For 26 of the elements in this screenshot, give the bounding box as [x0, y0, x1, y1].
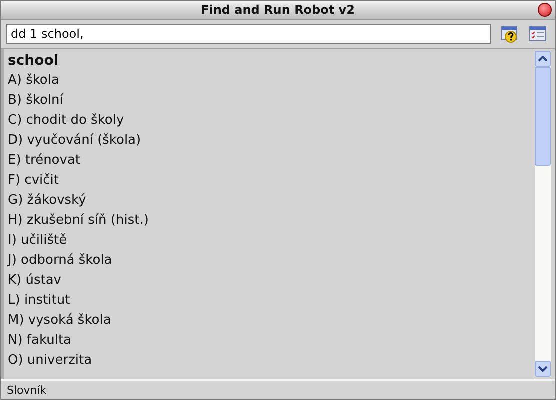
- scroll-down-button[interactable]: [535, 361, 551, 377]
- result-item[interactable]: B) školní: [8, 91, 535, 111]
- result-item[interactable]: I) učiliště: [8, 231, 535, 251]
- close-button[interactable]: [538, 3, 552, 17]
- result-item[interactable]: D) vyučování (škola): [8, 131, 535, 151]
- scrollbar[interactable]: [535, 51, 551, 377]
- result-item[interactable]: N) fakulta: [8, 331, 535, 351]
- list-icon[interactable]: [529, 25, 547, 43]
- window-title: Find and Run Robot v2: [201, 3, 355, 17]
- result-item[interactable]: G) žákovský: [8, 191, 535, 211]
- scroll-thumb[interactable]: [535, 67, 551, 166]
- result-item[interactable]: J) odborná škola: [8, 251, 535, 271]
- result-item[interactable]: K) ústav: [8, 271, 535, 291]
- result-item[interactable]: C) chodit do školy: [8, 111, 535, 131]
- result-item[interactable]: O) univerzita: [8, 351, 535, 371]
- search-field[interactable]: dd 1 school,: [6, 24, 491, 44]
- scroll-up-button[interactable]: [535, 51, 551, 67]
- result-heading: school: [8, 52, 60, 71]
- result-item[interactable]: F) cvičit: [8, 171, 535, 191]
- result-item[interactable]: M) vysoká škola: [8, 311, 535, 331]
- result-item[interactable]: A) škola: [8, 71, 535, 91]
- result-item[interactable]: L) institut: [8, 291, 535, 311]
- help-icon[interactable]: [501, 25, 519, 43]
- status-text: Slovník: [7, 384, 47, 396]
- result-item[interactable]: H) zkušební síň (hist.): [8, 211, 535, 231]
- result-item[interactable]: E) trénovat: [8, 151, 535, 171]
